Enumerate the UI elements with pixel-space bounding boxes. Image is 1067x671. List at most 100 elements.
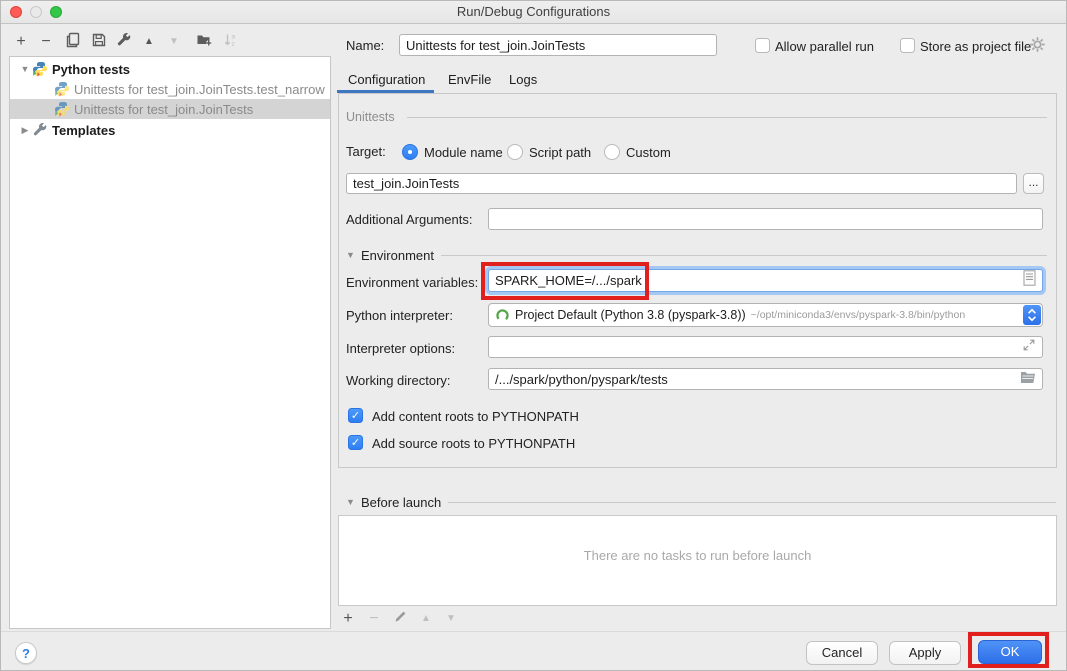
target-module-name-radio[interactable]: [402, 144, 418, 160]
additional-arguments-input[interactable]: [488, 208, 1043, 230]
tree-item-unittest-narrow[interactable]: Unittests for test_join.JoinTests.test_n…: [10, 79, 330, 99]
arrow-up-icon: ▲: [421, 614, 431, 624]
working-directory-label: Working directory:: [346, 373, 451, 388]
add-task-button[interactable]: +: [338, 609, 358, 629]
window-title: Run/Debug Configurations: [1, 1, 1066, 23]
python-tests-icon: [54, 101, 70, 117]
interpreter-options-label: Interpreter options:: [346, 341, 455, 356]
remove-configuration-button[interactable]: −: [36, 32, 56, 52]
arrow-down-icon: ▼: [169, 37, 179, 47]
save-icon: [91, 32, 107, 53]
target-script-path-label: Script path: [529, 145, 591, 160]
chevron-down-icon[interactable]: ▼: [18, 64, 32, 74]
python-tests-icon: [32, 61, 48, 77]
target-custom-radio[interactable]: [604, 144, 620, 160]
ok-button[interactable]: OK: [978, 640, 1042, 664]
move-task-up-button[interactable]: ▲: [416, 609, 436, 629]
environment-collapse-icon[interactable]: ▼: [346, 250, 355, 260]
save-configuration-button[interactable]: [89, 32, 109, 52]
name-input[interactable]: [399, 34, 717, 56]
interpreter-ring-icon: [495, 308, 510, 323]
tree-item-python-tests[interactable]: ▼ Python tests: [10, 59, 330, 79]
store-as-project-file-label: Store as project file: [920, 39, 1031, 54]
plus-icon: +: [343, 611, 352, 627]
working-directory-input[interactable]: [488, 368, 1043, 390]
wrench-icon: [116, 32, 132, 53]
run-debug-configurations-dialog: Run/Debug Configurations + − ▲ ▼ az ▼ Py…: [0, 0, 1067, 671]
before-launch-task-list[interactable]: There are no tasks to run before launch: [338, 515, 1057, 606]
move-down-button[interactable]: ▼: [164, 32, 184, 52]
target-label: Target:: [346, 144, 386, 159]
add-source-roots-label: Add source roots to PYTHONPATH: [372, 436, 575, 451]
interpreter-value: Project Default (Python 3.8 (pyspark-3.8…: [515, 308, 746, 322]
chevron-right-icon[interactable]: ▶: [18, 125, 32, 136]
title-bar: Run/Debug Configurations: [1, 1, 1066, 24]
plus-icon: +: [16, 34, 25, 50]
select-stepper-icon[interactable]: [1023, 305, 1041, 325]
tab-configuration[interactable]: Configuration: [348, 72, 425, 87]
env-list-icon: [1023, 270, 1036, 291]
environment-variables-field[interactable]: [488, 269, 1043, 292]
folder-plus-icon: [196, 32, 212, 53]
store-as-project-file-checkbox[interactable]: [900, 38, 915, 53]
cancel-button[interactable]: Cancel: [806, 641, 878, 665]
python-interpreter-select[interactable]: Project Default (Python 3.8 (pyspark-3.8…: [488, 303, 1043, 327]
tree-item-templates[interactable]: ▶ Templates: [10, 120, 330, 140]
copy-configuration-button[interactable]: [63, 32, 83, 52]
interpreter-path: ~/opt/miniconda3/envs/pyspark-3.8/bin/py…: [751, 309, 966, 321]
sort-configurations-button[interactable]: az: [221, 32, 241, 52]
environment-section-title: Environment: [361, 248, 434, 263]
additional-arguments-label: Additional Arguments:: [346, 212, 472, 227]
copy-icon: [65, 32, 81, 53]
before-launch-section-rule: [448, 502, 1056, 503]
browse-button[interactable]: ...: [1023, 173, 1044, 194]
svg-text:a: a: [232, 33, 236, 40]
arrow-down-icon: ▼: [446, 614, 456, 624]
apply-button[interactable]: Apply: [889, 641, 961, 665]
allow-parallel-run-checkbox[interactable]: [755, 38, 770, 53]
folder-icon: [1020, 370, 1036, 389]
arrow-up-icon: ▲: [144, 37, 154, 47]
tree-item-label: Python tests: [52, 62, 130, 77]
question-mark-icon: ?: [22, 646, 30, 661]
unittests-section-rule: [407, 117, 1047, 118]
interpreter-options-input[interactable]: [488, 336, 1043, 358]
add-source-roots-checkbox[interactable]: ✓: [348, 435, 363, 450]
unittests-section-title: Unittests: [346, 110, 395, 124]
target-script-path-radio[interactable]: [507, 144, 523, 160]
browse-directory-button[interactable]: [1019, 371, 1037, 387]
python-interpreter-label: Python interpreter:: [346, 308, 453, 323]
check-icon: ✓: [351, 410, 360, 422]
add-content-roots-label: Add content roots to PYTHONPATH: [372, 409, 579, 424]
environment-variables-label: Environment variables:: [346, 275, 478, 290]
add-content-roots-checkbox[interactable]: ✓: [348, 408, 363, 423]
tree-item-label: Unittests for test_join.JoinTests: [74, 102, 253, 117]
edit-templates-button[interactable]: [114, 32, 134, 52]
minus-icon: −: [41, 34, 50, 50]
add-configuration-button[interactable]: +: [11, 32, 31, 52]
create-folder-button[interactable]: [194, 32, 214, 52]
name-label: Name:: [346, 38, 384, 53]
tab-envfile[interactable]: EnvFile: [448, 72, 491, 87]
tree-item-label: Templates: [52, 123, 115, 138]
before-launch-collapse-icon[interactable]: ▼: [346, 497, 355, 507]
help-button[interactable]: ?: [15, 642, 37, 664]
python-tests-icon: [54, 81, 70, 97]
tree-item-unittest-jointests[interactable]: Unittests for test_join.JoinTests: [10, 99, 330, 119]
allow-parallel-run-label: Allow parallel run: [775, 39, 874, 54]
tree-item-label: Unittests for test_join.JoinTests.test_n…: [74, 82, 325, 97]
move-task-down-button[interactable]: ▼: [441, 609, 461, 629]
target-input[interactable]: [346, 173, 1017, 194]
tab-logs[interactable]: Logs: [509, 72, 537, 87]
templates-wrench-icon: [32, 122, 48, 138]
minus-icon: −: [369, 610, 378, 628]
expand-icon: [1022, 338, 1036, 357]
sort-az-icon: az: [223, 32, 239, 53]
expand-field-button[interactable]: [1021, 339, 1037, 355]
remove-task-button[interactable]: −: [364, 609, 384, 629]
environment-section-rule: [441, 255, 1047, 256]
edit-environment-variables-button[interactable]: [1021, 272, 1037, 289]
edit-task-button[interactable]: [390, 609, 410, 629]
move-up-button[interactable]: ▲: [139, 32, 159, 52]
store-options-gear-button[interactable]: [1029, 36, 1046, 58]
